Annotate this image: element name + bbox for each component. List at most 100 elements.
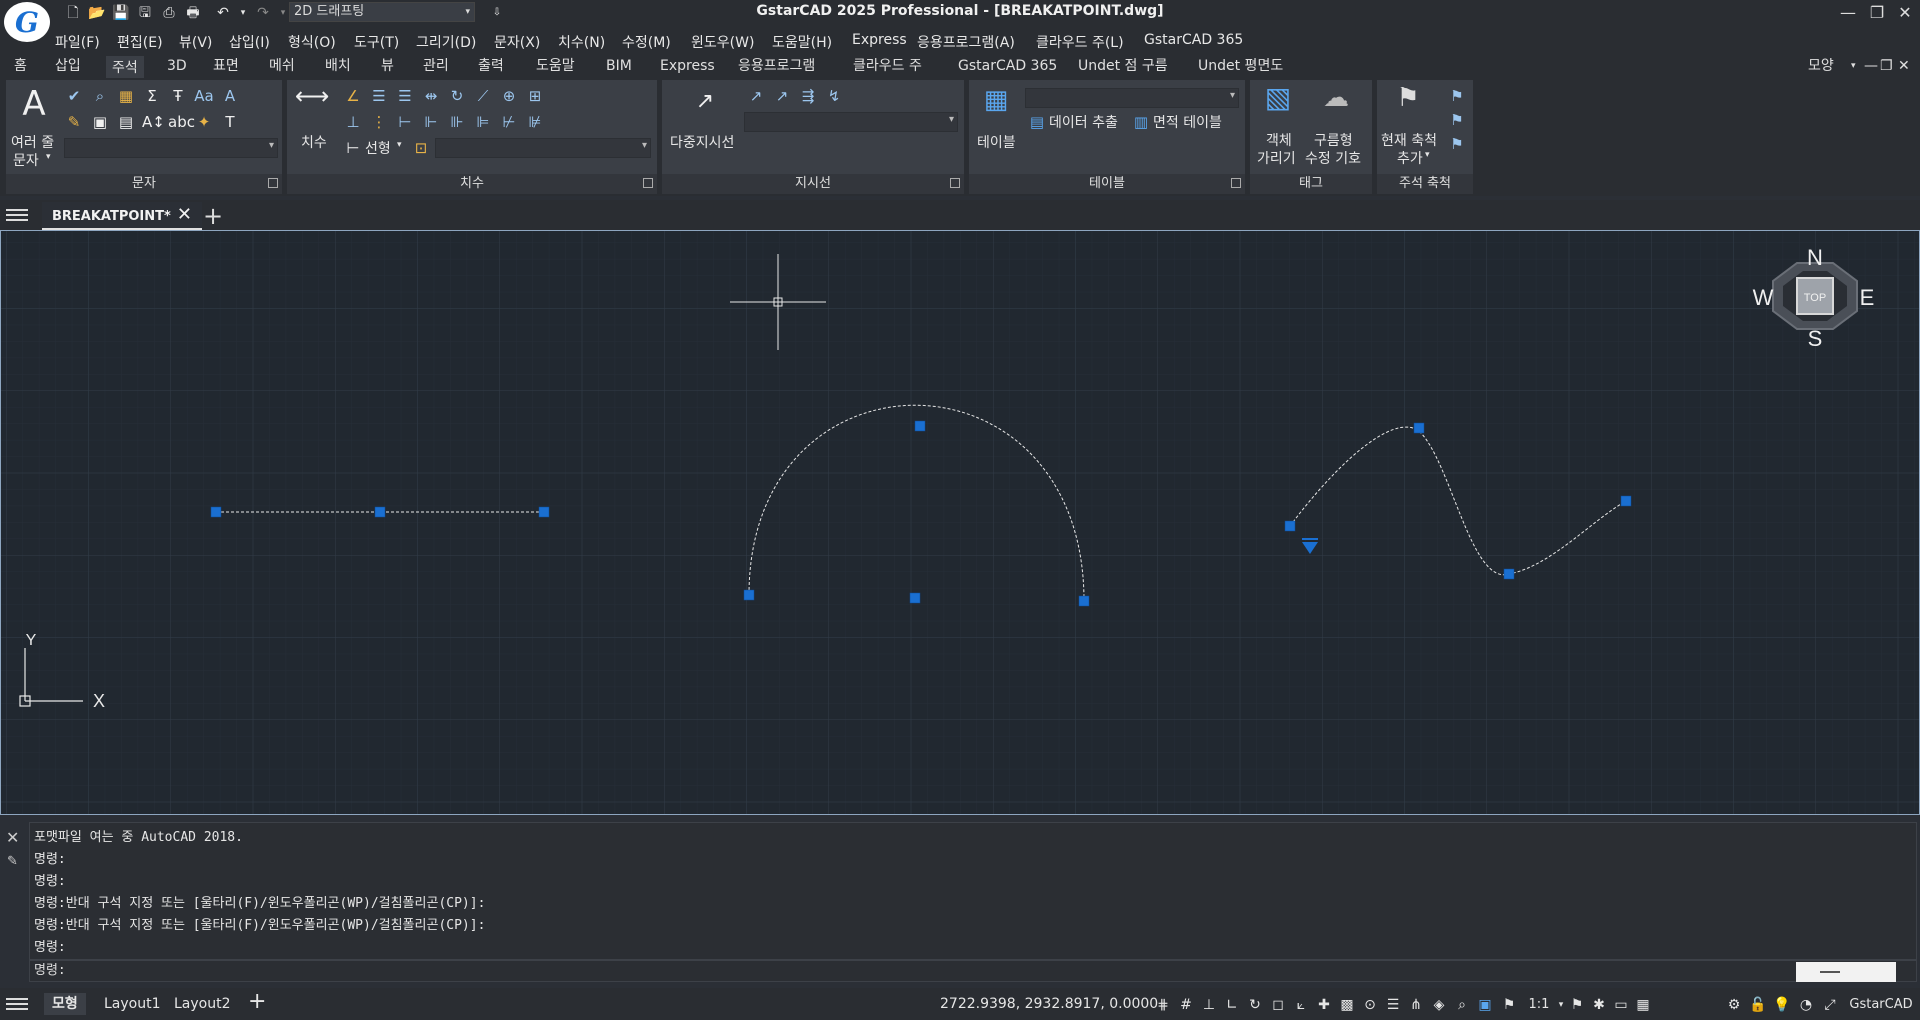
grip-line-start[interactable]: [210, 506, 222, 518]
menu-format[interactable]: 형식(O): [288, 32, 336, 52]
grip-line-mid[interactable]: [374, 506, 386, 518]
leader-style-select[interactable]: [744, 112, 958, 132]
tab-help[interactable]: 도움말: [530, 56, 581, 78]
dim-ordinate-icon[interactable]: ⋮: [369, 112, 389, 132]
dialog-launcher-icon[interactable]: [268, 178, 278, 188]
ortho-icon[interactable]: ∟: [1223, 996, 1241, 1014]
dialog-launcher-icon[interactable]: [950, 178, 960, 188]
close-command-icon[interactable]: ✕: [6, 828, 19, 847]
isodraft-icon[interactable]: ◻: [1269, 996, 1287, 1014]
lineweight-icon[interactable]: ☰: [1384, 996, 1402, 1014]
dim-tolerance-icon[interactable]: ⊥: [343, 112, 363, 132]
collect-leader-icon[interactable]: ↯: [824, 86, 844, 106]
menu-apps[interactable]: 응용프로그램(A): [917, 32, 1015, 52]
annotation-monitor-icon[interactable]: ▣: [1476, 996, 1494, 1014]
data-extract-icon[interactable]: ▤: [1027, 112, 1047, 132]
delete-scale-icon[interactable]: ⚑: [1447, 110, 1467, 130]
add-scale-icon[interactable]: ⚑: [1391, 85, 1425, 122]
add-leader-icon[interactable]: ↗: [746, 86, 766, 106]
coordinate-readout[interactable]: 2722.9398, 2932.8917, 0.0000: [940, 996, 1158, 1012]
wipeout-label-1[interactable]: 객체: [1266, 130, 1292, 150]
app-logo[interactable]: G: [4, 2, 50, 42]
multiline-text-label-2[interactable]: 문자: [13, 150, 39, 170]
menu-file[interactable]: 파일(F): [55, 32, 100, 52]
autoscale-icon[interactable]: ⚑: [1568, 996, 1586, 1014]
wipeout-label-2[interactable]: 가리기: [1257, 148, 1296, 168]
performance-icon[interactable]: ◔: [1797, 996, 1815, 1014]
remove-leader-icon[interactable]: ↗: [772, 86, 792, 106]
dim-style-icon[interactable]: ⊡: [411, 138, 431, 158]
dim-diameter-icon[interactable]: ⊬: [499, 112, 519, 132]
dimension-icon[interactable]: ⟷: [295, 84, 329, 120]
gear-icon[interactable]: ⚙: [1725, 996, 1743, 1014]
dim-aligned-icon[interactable]: ⊩: [421, 112, 441, 132]
scale-list-icon[interactable]: ⚑: [1447, 86, 1467, 106]
text-style-select[interactable]: [64, 138, 278, 158]
area-table-icon[interactable]: ▥: [1131, 112, 1151, 132]
dim-center-icon[interactable]: ⊕: [499, 86, 519, 106]
compass-south[interactable]: S: [1808, 326, 1823, 351]
dim-space-icon[interactable]: ⇹: [421, 86, 441, 106]
compass-east[interactable]: E: [1860, 285, 1875, 310]
annotation-scale[interactable]: 1:1: [1522, 996, 1556, 1014]
customize-command-icon[interactable]: ✎: [7, 854, 18, 869]
sum-icon[interactable]: Σ: [142, 86, 162, 106]
dim-baseline-icon[interactable]: ☰: [369, 86, 389, 106]
tab-layout[interactable]: 배치: [319, 56, 357, 78]
fullscreen-icon[interactable]: ⤢: [1821, 996, 1839, 1014]
tab-3d[interactable]: 3D: [161, 56, 193, 78]
text-scale-icon[interactable]: A↕: [142, 112, 165, 132]
text-mask-icon[interactable]: ▤: [116, 112, 136, 132]
menu-dimension[interactable]: 치수(N): [558, 32, 605, 52]
add-scale-label-2[interactable]: 추가: [1397, 148, 1423, 168]
dim-oblique-icon[interactable]: ⊯: [525, 112, 545, 132]
transparency-icon[interactable]: ⋔: [1407, 996, 1425, 1014]
dialog-launcher-icon[interactable]: [643, 178, 653, 188]
command-input-box[interactable]: [1796, 962, 1896, 982]
tab-view[interactable]: 뷰: [375, 56, 400, 78]
multiline-text-label-1[interactable]: 여러 줄: [11, 132, 54, 152]
table-label[interactable]: 테이블: [977, 132, 1016, 152]
multileader-label[interactable]: 다중지시선: [670, 132, 734, 152]
add-layout-icon[interactable]: +: [240, 991, 274, 1013]
menu-text[interactable]: 문자(X): [494, 32, 540, 52]
units-icon[interactable]: ▭: [1612, 996, 1630, 1014]
grip-arc-end[interactable]: [1078, 595, 1090, 607]
properties-icon[interactable]: ▦: [1634, 996, 1652, 1014]
ribbon-close-icon[interactable]: ✕: [1892, 56, 1916, 78]
tab-gstarcad365[interactable]: GstarCAD 365: [952, 56, 1063, 78]
sync-scale-icon[interactable]: ⚑: [1447, 134, 1467, 154]
menu-express[interactable]: Express: [852, 32, 907, 48]
grip-line-end[interactable]: [538, 506, 550, 518]
dynamic-ucs-icon[interactable]: ▩: [1338, 996, 1356, 1014]
minimize-icon[interactable]: —: [1833, 2, 1863, 24]
wipeout-icon[interactable]: ▧: [1258, 84, 1298, 124]
tab-undet-plan[interactable]: Undet 평면도: [1192, 56, 1289, 78]
text-fit-icon[interactable]: abc: [168, 112, 195, 132]
grip-spline-4[interactable]: [1620, 495, 1632, 507]
tab-mesh[interactable]: 메쉬: [263, 56, 301, 78]
close-icon[interactable]: ✕: [1890, 2, 1920, 24]
dim-break-icon[interactable]: ↻: [447, 86, 467, 106]
dynamic-input-icon[interactable]: ⊙: [1361, 996, 1379, 1014]
tab-apps[interactable]: 응용프로그램: [732, 56, 821, 78]
grid-icon[interactable]: #: [1177, 996, 1195, 1014]
multileader-icon[interactable]: ↗: [688, 91, 722, 122]
snap-grid-icon[interactable]: ⋕: [1154, 996, 1172, 1014]
menu-draw[interactable]: 그리기(D): [416, 32, 476, 52]
tab-bim[interactable]: BIM: [600, 56, 638, 78]
align-leader-icon[interactable]: ⇶: [798, 86, 818, 106]
menu-view[interactable]: 뷰(V): [179, 32, 212, 52]
tab-surface[interactable]: 표면: [207, 56, 245, 78]
data-extract-label[interactable]: 데이터 추출: [1049, 112, 1118, 132]
command-input[interactable]: 명령:: [29, 960, 1917, 982]
grip-spline-2[interactable]: [1413, 422, 1425, 434]
add-scale-label-1[interactable]: 현재 축척: [1381, 130, 1437, 150]
restore-icon[interactable]: ❐: [1862, 2, 1892, 24]
compass-west[interactable]: W: [1753, 285, 1774, 310]
menu-gstarcad365[interactable]: GstarCAD 365: [1144, 32, 1243, 48]
revcloud-label-1[interactable]: 구름형: [1314, 130, 1353, 150]
drawing-canvas[interactable]: TOP N S E W Y X: [0, 230, 1920, 815]
chevron-down-icon[interactable]: ▾: [397, 140, 402, 150]
close-tab-icon[interactable]: ✕: [177, 204, 192, 225]
